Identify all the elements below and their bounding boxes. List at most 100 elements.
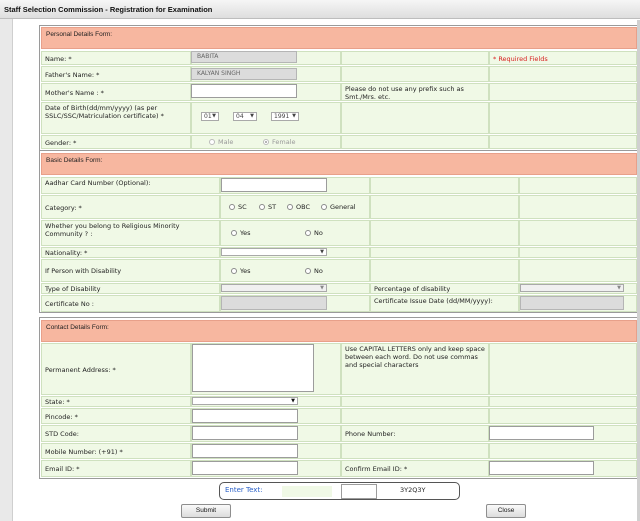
- gender-male-label: Male: [218, 138, 234, 146]
- contact-details-header: Contact Details Form:: [41, 320, 637, 342]
- category-obc-radio[interactable]: OBC: [287, 203, 310, 211]
- chevron-down-icon: ▼: [617, 285, 621, 291]
- captcha-label: Enter Text:: [225, 486, 263, 494]
- minority-label: Whether you belong to Religious Minority…: [41, 220, 220, 246]
- chevron-down-icon: ▼: [212, 113, 216, 119]
- father-name-label: Father's Name: *: [41, 66, 191, 82]
- dob-note-cell: [341, 102, 489, 134]
- minority-yes-label: Yes: [240, 229, 251, 237]
- required-fields-note: * Required Fields: [489, 51, 637, 65]
- certificate-date-label: Certificate Issue Date (dd/MM/yyyy):: [370, 295, 519, 312]
- dob-day-select[interactable]: 01 ▼: [201, 112, 219, 121]
- email-input[interactable]: [192, 461, 298, 475]
- dob-year-select[interactable]: 1991 ▼: [271, 112, 299, 121]
- confirm-email-label: Confirm Email ID: *: [341, 460, 489, 477]
- disability-type-select[interactable]: ▼: [221, 284, 327, 292]
- disability-yes-label: Yes: [240, 267, 251, 275]
- phone-number-label: Phone Number:: [341, 425, 489, 442]
- captcha-label-background: [282, 486, 332, 497]
- mobile-number-label: Mobile Number: (+91) *: [41, 443, 191, 459]
- name-input[interactable]: BABITA: [191, 51, 297, 63]
- certificate-date-input[interactable]: [520, 296, 624, 310]
- mother-name-input[interactable]: [191, 84, 297, 98]
- radio-icon: [231, 268, 237, 274]
- disability-extra-cell-2: [519, 259, 637, 282]
- chevron-down-icon: ▼: [320, 249, 324, 255]
- radio-icon: [287, 204, 293, 210]
- mobile-extra-cell-1: [341, 443, 489, 459]
- certificate-no-input[interactable]: [221, 296, 327, 310]
- state-extra-cell-1: [341, 396, 489, 407]
- disability-yes-radio[interactable]: Yes: [231, 267, 251, 275]
- minority-yes-radio[interactable]: Yes: [231, 229, 251, 237]
- radio-icon: [305, 268, 311, 274]
- aadhar-extra-cell-2: [519, 177, 637, 194]
- pincode-extra-cell-1: [341, 408, 489, 424]
- state-select[interactable]: ▼: [192, 397, 298, 405]
- category-extra-cell-1: [370, 195, 519, 219]
- email-label: Email ID: *: [41, 460, 191, 477]
- disability-type-label: Type of Disability: [41, 283, 220, 294]
- father-note-cell: [341, 66, 489, 82]
- dob-day-value: 01: [204, 113, 212, 120]
- aadhar-extra-cell-1: [370, 177, 519, 194]
- state-label: State: *: [41, 396, 191, 407]
- name-note-cell: [341, 51, 489, 65]
- category-general-radio[interactable]: General: [321, 203, 356, 211]
- std-code-input[interactable]: [192, 426, 298, 440]
- gender-female-label: Female: [272, 138, 296, 146]
- chevron-down-icon: ▼: [291, 398, 295, 404]
- disability-no-radio[interactable]: No: [305, 267, 323, 275]
- captcha-input[interactable]: [341, 484, 377, 499]
- gender-male-radio[interactable]: Male: [209, 138, 233, 146]
- mobile-number-input[interactable]: [192, 444, 298, 458]
- window-title: Staff Selection Commission - Registratio…: [0, 0, 640, 19]
- submit-button[interactable]: Submit: [181, 504, 231, 518]
- radio-icon: [259, 204, 265, 210]
- category-st-label: ST: [268, 203, 277, 211]
- minority-extra-cell-2: [519, 220, 637, 246]
- gender-female-radio[interactable]: Female: [263, 138, 296, 146]
- father-name-input[interactable]: KALYAN SINGH: [191, 68, 297, 80]
- dob-year-value: 1991: [274, 113, 290, 120]
- mother-name-label: Mother's Name : *: [41, 83, 191, 101]
- disability-label: If Person with Disability: [41, 259, 220, 282]
- minority-no-label: No: [314, 229, 323, 237]
- basic-details-header: Basic Details Form:: [41, 153, 637, 175]
- radio-icon: [229, 204, 235, 210]
- gender-label: Gender: *: [41, 135, 191, 149]
- close-button[interactable]: Close: [486, 504, 526, 518]
- category-general-label: General: [330, 203, 356, 211]
- address-textarea[interactable]: [192, 344, 314, 392]
- chevron-down-icon: ▼: [250, 113, 254, 119]
- disability-extra-cell-1: [370, 259, 519, 282]
- disability-percentage-select[interactable]: ▼: [520, 284, 624, 292]
- phone-number-input[interactable]: [489, 426, 594, 440]
- category-st-radio[interactable]: ST: [259, 203, 276, 211]
- disability-percentage-label: Percentage of disability: [370, 283, 519, 294]
- dob-month-value: 04: [236, 113, 244, 120]
- nationality-extra-cell-1: [370, 247, 519, 258]
- minority-no-radio[interactable]: No: [305, 229, 323, 237]
- aadhar-input[interactable]: [221, 178, 327, 192]
- std-code-label: STD Code:: [41, 425, 191, 442]
- pincode-input[interactable]: [192, 409, 298, 423]
- category-extra-cell-2: [519, 195, 637, 219]
- radio-icon: [321, 204, 327, 210]
- pincode-label: Pincode: *: [41, 408, 191, 424]
- minority-extra-cell-1: [370, 220, 519, 246]
- captcha-box: Enter Text: 3Y2Q3Y: [219, 482, 460, 500]
- dob-extra-cell: [489, 102, 637, 134]
- state-extra-cell-2: [489, 396, 637, 407]
- category-sc-radio[interactable]: SC: [229, 203, 247, 211]
- confirm-email-input[interactable]: [489, 461, 594, 475]
- address-label: Permanent Address: *: [41, 343, 191, 395]
- aadhar-label: Aadhar Card Number (Optional):: [41, 177, 220, 194]
- pincode-extra-cell-2: [489, 408, 637, 424]
- dob-month-select[interactable]: 04 ▼: [233, 112, 257, 121]
- nationality-select[interactable]: ▼: [221, 248, 327, 256]
- nationality-label: Nationality: *: [41, 247, 220, 258]
- address-extra-cell: [489, 343, 637, 395]
- category-obc-label: OBC: [296, 203, 310, 211]
- mother-extra-cell: [489, 83, 637, 101]
